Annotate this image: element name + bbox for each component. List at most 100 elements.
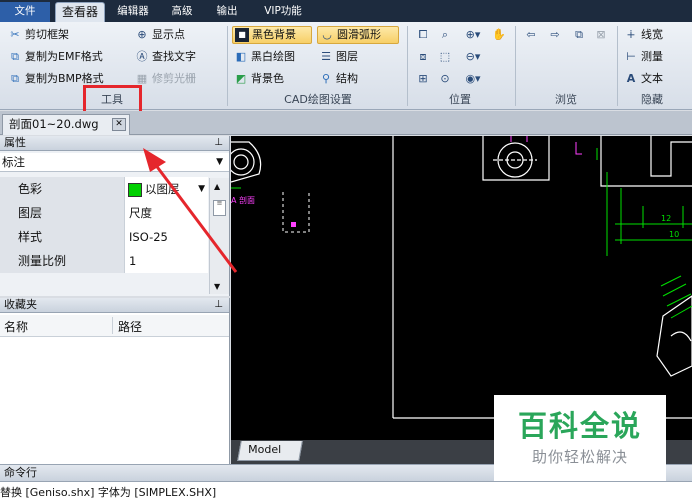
menu-tab-file[interactable]: 文件: [0, 2, 50, 22]
column-header-path[interactable]: 路径: [118, 318, 142, 335]
dropdown-arrow-icon: ▼: [216, 157, 223, 167]
measure-label: 测量: [641, 50, 663, 63]
scroll-up-icon[interactable]: ▲: [214, 182, 220, 191]
command-line-output[interactable]: 替换 [Geniso.shx] 字体为 [SIMPLEX.SHX]: [0, 482, 692, 503]
scroll-thumb[interactable]: ≡: [213, 200, 226, 216]
column-header-name[interactable]: 名称: [4, 318, 28, 335]
drawing-hatch: [660, 275, 692, 319]
column-divider: [112, 317, 113, 334]
find-text-icon: Ⓐ: [136, 50, 148, 63]
black-background-label: 黑色背景: [252, 28, 296, 41]
tile-view-icon[interactable]: ⊞: [415, 71, 431, 87]
measure-button[interactable]: ⊢ 测量: [624, 48, 663, 66]
property-row-style: 样式 ISO-25: [0, 225, 208, 249]
trim-raster-icon: ▦: [136, 72, 148, 85]
drawing-hole-left-inner: [233, 154, 249, 170]
export-page-icon[interactable]: ⧉: [571, 27, 587, 43]
background-color-button[interactable]: ◩ 背景色: [234, 70, 284, 88]
hide-group-label: 隐藏: [641, 93, 663, 106]
text-button[interactable]: A 文本: [624, 70, 663, 88]
cad-settings-group-label: CAD绘图设置: [284, 93, 352, 106]
annotation-marker: [291, 222, 296, 227]
structure-button[interactable]: ⚲ 结构: [319, 70, 358, 88]
ribbon-separator: [617, 26, 618, 106]
ribbon-separator: [515, 26, 516, 106]
layers-icon: ☰: [321, 50, 331, 63]
menu-tab-output[interactable]: 输出: [208, 2, 246, 22]
close-page-icon[interactable]: ⊠: [593, 27, 609, 43]
black-background-icon: ■: [235, 28, 249, 42]
arrow-left-icon[interactable]: ⇦: [523, 27, 539, 43]
property-key: 色彩: [0, 177, 124, 201]
pan-hand-icon[interactable]: ✋: [491, 27, 507, 43]
property-category-dropdown[interactable]: 标注 ▼: [0, 153, 229, 172]
zoom-window-icon[interactable]: ⌕: [437, 27, 453, 43]
pin-icon[interactable]: ⊥: [214, 298, 223, 312]
property-key: 测量比例: [0, 249, 124, 273]
property-value[interactable]: ISO-25: [124, 225, 208, 249]
copy-emf-button[interactable]: ⧉ 复制为EMF格式: [8, 48, 103, 66]
menu-tab-vip[interactable]: VIP功能: [252, 2, 314, 22]
command-line-title: 命令行: [4, 466, 37, 479]
copy-emf-label: 复制为EMF格式: [25, 50, 103, 63]
property-row-color: 色彩 以图层 ▼: [0, 177, 208, 201]
line-width-button[interactable]: ∔ 线宽: [624, 26, 663, 44]
drawing-part-right: [650, 136, 692, 177]
smooth-arc-icon: ◡: [322, 28, 332, 41]
menu-tab-advanced[interactable]: 高级: [162, 2, 202, 22]
black-background-toggle[interactable]: ■ 黑色背景: [232, 26, 312, 44]
ruler-icon: ⊢: [626, 50, 636, 63]
drawing-part-left: [231, 141, 262, 183]
close-tab-icon[interactable]: ✕: [112, 118, 126, 131]
properties-panel-title: 属性: [4, 136, 26, 149]
previous-view-icon[interactable]: ⊙: [437, 71, 453, 87]
watermark-title: 百科全说: [517, 409, 642, 443]
zoom-out-icon[interactable]: ⊖▾: [461, 49, 485, 65]
drawing-part-3d: [656, 295, 692, 377]
copy-emf-icon: ⧉: [11, 50, 19, 63]
smooth-arc-toggle[interactable]: ◡ 圆滑弧形: [317, 26, 399, 44]
drawing-part-3d-arc: [670, 331, 692, 342]
menu-tab-editor[interactable]: 编辑器: [110, 2, 156, 22]
favorites-panel-header: 收藏夹 ⊥: [0, 298, 229, 313]
trim-raster-button[interactable]: ▦ 修剪光栅: [135, 70, 196, 88]
smooth-arc-label: 圆滑弧形: [337, 28, 381, 41]
document-tab[interactable]: 剖面01~20.dwg ✕: [2, 114, 130, 135]
model-tab[interactable]: Model: [237, 441, 303, 461]
favorites-panel: 收藏夹 ⊥ 名称 路径: [0, 298, 230, 464]
zoom-region-icon[interactable]: ⬚: [437, 49, 453, 65]
find-text-button[interactable]: Ⓐ 查找文字: [135, 48, 197, 66]
properties-scrollbar[interactable]: ▲ ≡ ▼: [209, 178, 229, 294]
annotation-mark: [575, 142, 582, 155]
show-points-button[interactable]: ⊕ 显示点: [135, 26, 185, 44]
property-category-label: 标注: [2, 155, 25, 169]
structure-label: 结构: [336, 72, 358, 85]
arrow-right-icon[interactable]: ⇨: [547, 27, 563, 43]
zoom-in-icon[interactable]: ⊕▾: [461, 27, 485, 43]
properties-panel-header: 属性 ⊥: [0, 136, 229, 151]
fit-drawing-icon[interactable]: ⧠: [415, 27, 431, 43]
ribbon-separator: [407, 26, 408, 106]
canvas-section-label: A 剖面: [231, 195, 255, 205]
browse-group-label: 浏览: [555, 93, 577, 106]
pin-icon[interactable]: ⊥: [214, 136, 223, 150]
text-icon: A: [626, 72, 636, 85]
property-value[interactable]: 尺度: [124, 201, 208, 225]
property-value[interactable]: 1: [124, 249, 208, 273]
zoom-extents-icon[interactable]: ⧈: [415, 49, 431, 65]
scroll-down-icon[interactable]: ▼: [214, 282, 220, 291]
layers-button[interactable]: ☰ 图层: [319, 48, 358, 66]
line-width-icon: ∔: [626, 28, 636, 41]
menu-tab-viewer[interactable]: 查看器: [55, 2, 105, 22]
text-label: 文本: [641, 72, 663, 85]
layers-label: 图层: [336, 50, 358, 63]
orbit-icon[interactable]: ◉▾: [461, 71, 485, 87]
background-color-icon: ◩: [235, 72, 247, 85]
find-text-label: 查找文字: [152, 50, 196, 63]
black-white-drawing-button[interactable]: ◧ 黑白绘图: [234, 48, 295, 66]
color-select[interactable]: 以图层 ▼: [124, 177, 208, 201]
black-white-drawing-label: 黑白绘图: [251, 50, 295, 63]
property-key: 图层: [0, 201, 124, 225]
document-tab-title: 剖面01~20.dwg: [9, 117, 99, 131]
cut-frame-button[interactable]: ✂ 剪切框架: [8, 26, 69, 44]
